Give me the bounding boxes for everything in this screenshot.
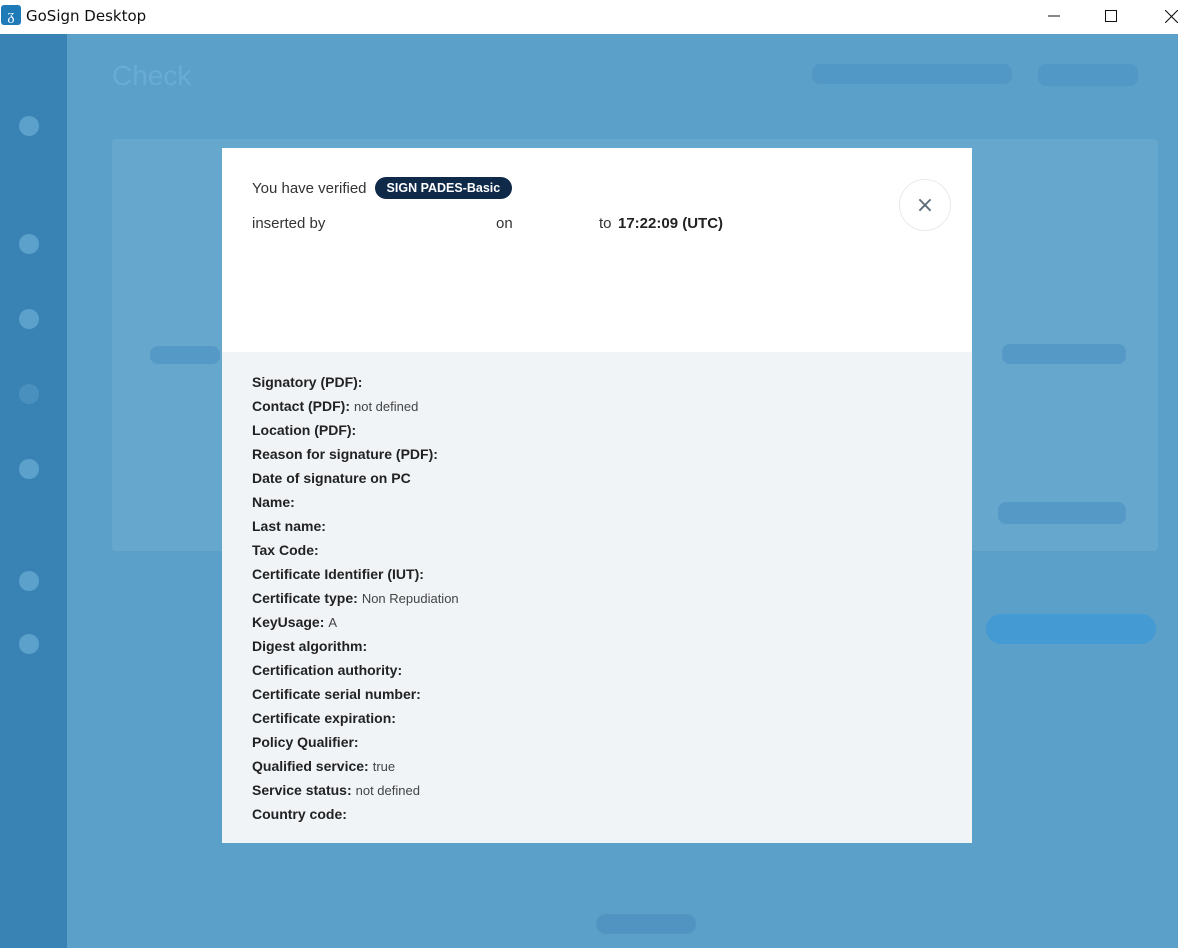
detail-row: Country code: xyxy=(252,802,942,826)
detail-row: Date of signature on PC xyxy=(252,466,942,490)
detail-row: Qualified service: true xyxy=(252,754,942,778)
close-window-button[interactable] xyxy=(1148,0,1178,32)
verified-line: You have verified SIGN PADES-Basic xyxy=(252,177,513,199)
settings-icon xyxy=(19,571,39,591)
detail-row: Certificate expiration: xyxy=(252,706,942,730)
detail-label: Location (PDF): xyxy=(252,422,357,438)
gosign-app-icon: ᵹ xyxy=(1,5,21,25)
detail-row: Service status: not defined xyxy=(252,778,942,802)
detail-row: Signatory (PDF): xyxy=(252,370,942,394)
date-chip xyxy=(812,64,1012,84)
detail-value: true xyxy=(372,758,396,774)
detail-label: Last name: xyxy=(252,518,326,534)
detail-label: Certificate expiration: xyxy=(252,710,396,726)
detail-value: Non Repudiation xyxy=(361,590,459,606)
timestamp-icon xyxy=(19,384,39,404)
signature-type-badge: SIGN PADES-Basic xyxy=(374,177,513,199)
detail-value: A xyxy=(328,614,338,630)
detail-value: not defined xyxy=(354,398,419,414)
detail-row: Tax Code: xyxy=(252,538,942,562)
sign-icon xyxy=(19,234,39,254)
detail-label: Qualified service: xyxy=(252,758,369,774)
to-label: to xyxy=(599,215,612,232)
inserted-line: inserted by on to 17:22:09 (UTC) xyxy=(252,215,812,235)
maximize-button[interactable] xyxy=(1088,0,1134,32)
detail-row: Last name: xyxy=(252,514,942,538)
dialog-header: You have verified SIGN PADES-Basic inser… xyxy=(222,148,972,352)
detail-label: KeyUsage: xyxy=(252,614,325,630)
header-icons xyxy=(1038,64,1138,86)
verified-prefix: You have verified xyxy=(252,179,367,197)
detail-label: Country code: xyxy=(252,806,347,822)
details-list: Signatory (PDF): Contact (PDF): not define… xyxy=(252,370,942,826)
detail-label: Policy Qualifier: xyxy=(252,734,359,750)
detail-row: Certification authority: xyxy=(252,658,942,682)
detail-row: Certificate type: Non Repudiation xyxy=(252,586,942,610)
detail-label: Certificate serial number: xyxy=(252,686,421,702)
detail-row: Policy Qualifier: xyxy=(252,730,942,754)
archive-icon xyxy=(19,459,39,479)
folder-label xyxy=(150,346,220,364)
detail-label: Certification authority: xyxy=(252,662,403,678)
on-label: on xyxy=(496,215,513,232)
signature-time: 17:22:09 (UTC) xyxy=(618,215,724,232)
sidebar xyxy=(0,34,67,948)
detail-label: Certificate type: xyxy=(252,590,358,606)
detail-label: Tax Code: xyxy=(252,542,319,558)
minimize-icon xyxy=(1048,15,1060,17)
detail-row: Reason for signature (PDF): xyxy=(252,442,942,466)
detail-row: Digest algorithm: xyxy=(252,634,942,658)
close-icon xyxy=(1164,9,1178,23)
page-title: Check xyxy=(112,60,192,91)
check-icon xyxy=(19,309,39,329)
close-dialog-button[interactable]: × xyxy=(899,179,951,231)
detail-label: Signatory (PDF): xyxy=(252,374,363,390)
detail-label: Name: xyxy=(252,494,295,510)
maximize-icon xyxy=(1105,10,1117,22)
footer-logo xyxy=(596,914,696,934)
detail-row: KeyUsage: A xyxy=(252,610,942,634)
detail-label: Reason for signature (PDF): xyxy=(252,446,438,462)
detail-row: Certificate Identifier (IUT): xyxy=(252,562,942,586)
inserted-by-label: inserted by xyxy=(252,215,326,232)
signature-details: Signatory (PDF): Contact (PDF): not define… xyxy=(222,352,972,843)
detail-row: Name: xyxy=(252,490,942,514)
detail-label: Contact (PDF): xyxy=(252,398,350,414)
detail-row: Location (PDF): xyxy=(252,418,942,442)
window-title: GoSign Desktop xyxy=(26,7,147,25)
logo-icon xyxy=(19,116,39,136)
detail-label: Certificate Identifier (IUT): xyxy=(252,566,424,582)
minimize-button[interactable] xyxy=(1031,0,1077,32)
detail-row: Contact (PDF): not defined xyxy=(252,394,942,418)
title-bar: ᵹ GoSign Desktop xyxy=(0,0,1178,34)
detail-label: Digest algorithm: xyxy=(252,638,368,654)
close-icon: × xyxy=(915,192,935,218)
detail-label: Service status: xyxy=(252,782,352,798)
help-icon xyxy=(19,634,39,654)
close-details-link xyxy=(1002,344,1126,364)
save-report-button xyxy=(986,614,1156,644)
not-verified-status xyxy=(998,502,1126,524)
detail-label: Date of signature on PC xyxy=(252,470,411,486)
detail-row: Certificate serial number: xyxy=(252,682,942,706)
signature-details-dialog: You have verified SIGN PADES-Basic inser… xyxy=(222,148,972,843)
detail-value: not defined xyxy=(355,782,420,798)
